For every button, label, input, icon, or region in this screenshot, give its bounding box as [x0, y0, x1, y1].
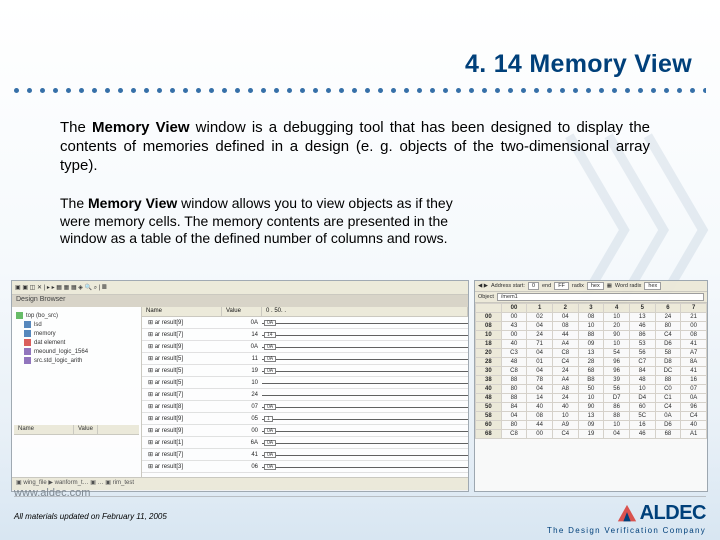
footer-url: www.aldec.com — [14, 487, 90, 499]
panel-title: Design Browser — [12, 295, 468, 307]
updated-date: All materials updated on February 11, 20… — [14, 512, 167, 521]
design-tree: top (bo_src) lsd memory dat element meou… — [12, 307, 142, 477]
aldec-logo: ALDEC — [616, 502, 706, 525]
slide-title: 4. 14 Memory View — [465, 50, 692, 79]
memory-table: 0012345670000020408101324210843040810204… — [475, 303, 707, 439]
memory-view-screenshot: ◀ ▶Address start:0 endFF radixhex▦ Word … — [474, 280, 708, 492]
detail-paragraph: The Memory View window allows you to vie… — [60, 195, 470, 248]
design-browser-screenshot: ▣ ▣ ◫ ✕ | ▸ ▸ ▦ ▦ ▦ ◈ 🔍 ⌕ | ▦ Design Bro… — [11, 280, 469, 492]
divider-dots — [14, 88, 706, 94]
footer-divider — [14, 496, 706, 497]
footer-tagline: The Design Verification Company — [547, 526, 706, 535]
waveform-panel: NameValue0 . 50. . ⊞ ar result[9]0A0A⊞ a… — [142, 307, 468, 477]
intro-paragraph: The Memory View window is a debugging to… — [60, 118, 650, 176]
toolbar: ▣ ▣ ◫ ✕ | ▸ ▸ ▦ ▦ ▦ ◈ 🔍 ⌕ | ▦ — [12, 281, 468, 295]
